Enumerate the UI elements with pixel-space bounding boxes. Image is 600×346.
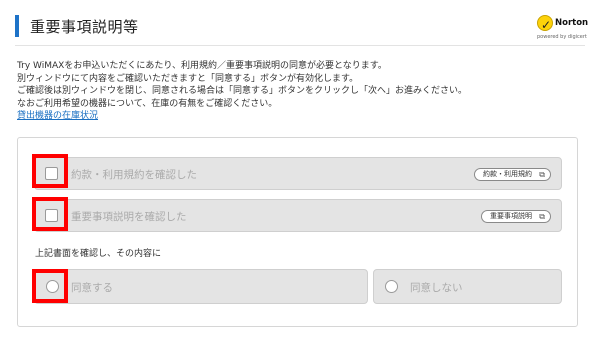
external-window-icon: ⧉ xyxy=(539,170,545,179)
disagree-option[interactable]: 同意しない xyxy=(373,269,562,304)
disagree-label: 同意しない xyxy=(410,282,463,294)
terms-check-row[interactable]: 約款・利用規約を確認した 約款・利用規約 ⧉ xyxy=(34,157,562,190)
terms-doc-label: 約款・利用規約 xyxy=(483,170,532,178)
stock-status-link[interactable]: 貸出機器の在庫状況 xyxy=(17,111,98,121)
important-doc-label: 重要事項説明 xyxy=(490,212,532,220)
norton-check-icon: ✓ xyxy=(537,15,553,32)
highlight-box xyxy=(32,269,68,303)
confirm-label: 上記書面を確認し、その内容に xyxy=(35,249,162,259)
intro-line: ご確認後は別ウィンドウを閉じ、同意される場合は「同意する」ボタンをクリックし「次… xyxy=(17,86,468,96)
agreement-panel: 約款・利用規約を確認した 約款・利用規約 ⧉ 重要事項説明を確認した 重要事項説… xyxy=(17,137,578,327)
intro-text: Try WiMAXをお申込いただくにあたり、利用規約／重要事項説明の同意が必要と… xyxy=(17,60,587,123)
important-check-label: 重要事項説明を確認した xyxy=(71,211,187,223)
accent-bar xyxy=(15,15,19,37)
norton-name: Norton xyxy=(555,18,589,28)
important-doc-button[interactable]: 重要事項説明 ⧉ xyxy=(481,210,551,223)
intro-line: 別ウィンドウにて内容をご確認いただきますと「同意する」ボタンが有効化します。 xyxy=(17,73,359,84)
highlight-box xyxy=(32,154,68,188)
agree-option[interactable]: 同意する xyxy=(34,269,368,304)
norton-seal[interactable]: ✓ Norton powered by digicert xyxy=(537,13,589,43)
agree-label: 同意する xyxy=(71,282,113,294)
external-window-icon: ⧉ xyxy=(539,212,545,221)
important-check-row[interactable]: 重要事項説明を確認した 重要事項説明 ⧉ xyxy=(34,199,562,232)
intro-line: なおご利用希望の機器について、在庫の有無をご確認ください。 xyxy=(17,98,278,109)
intro-line: Try WiMAXをお申込いただくにあたり、利用規約／重要事項説明の同意が必要と… xyxy=(17,61,387,71)
disagree-radio[interactable] xyxy=(385,280,398,293)
terms-check-label: 約款・利用規約を確認した xyxy=(71,169,197,181)
highlight-box xyxy=(32,197,68,231)
norton-sub: powered by digicert xyxy=(537,34,587,40)
section-header: 重要事項説明等 ✓ Norton powered by digicert xyxy=(15,8,589,46)
page-title: 重要事項説明等 xyxy=(30,18,139,36)
terms-doc-button[interactable]: 約款・利用規約 ⧉ xyxy=(474,168,551,181)
